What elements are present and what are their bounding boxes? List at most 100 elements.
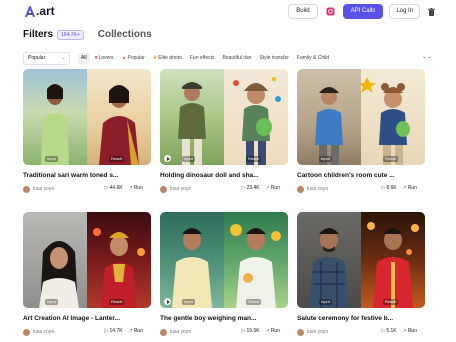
run-icon: ↗ [402, 328, 407, 334]
author-name[interactable]: lusa yoyo [307, 329, 328, 335]
template-card[interactable]: Input Result Traditional sari warm toned… [23, 69, 151, 193]
input-tag: Input [45, 156, 58, 162]
chip-label: Style transfer [259, 54, 289, 61]
build-button[interactable]: Build [288, 4, 318, 19]
input-tag: Input [319, 156, 332, 162]
sort-dropdown[interactable]: Popular ⌄ [23, 51, 70, 65]
run-icon: ↗ [265, 185, 270, 191]
chip-beautiful-tian[interactable]: Beautiful tian [220, 53, 255, 64]
view-count: 8.6K [386, 185, 397, 191]
card-title: Holding dinosaur doll and sha... [160, 172, 259, 179]
sort-value: Popular [28, 54, 46, 61]
run-icon: ↗ [128, 185, 133, 191]
play-icon[interactable] [164, 155, 171, 162]
run-button[interactable]: ↗ Run [266, 185, 280, 191]
run-label: Run [270, 328, 280, 334]
card-title: Traditional sari warm toned s... [23, 172, 119, 179]
play-count-icon: ▷ [104, 328, 109, 334]
run-button[interactable]: ↗ Run [266, 328, 280, 334]
result-tag: Result [246, 156, 262, 162]
api-calls-button[interactable]: API Calls [342, 4, 384, 19]
template-card[interactable]: Input Result The gentle boy weighing man… [160, 212, 288, 336]
play-icon[interactable] [164, 298, 171, 305]
view-count: 5.1K [386, 328, 397, 334]
card-thumbnail[interactable]: Input Result [160, 69, 288, 165]
result-image [87, 69, 151, 165]
instagram-icon[interactable] [324, 5, 337, 18]
template-card[interactable]: Input Result Holding dinosaur doll and s… [160, 69, 288, 193]
input-tag: Input [45, 299, 58, 305]
card-thumbnail[interactable]: Input Result [297, 69, 425, 165]
result-tag: Result [383, 156, 399, 162]
card-title: Salute ceremony for festive b... [297, 315, 394, 322]
logo-text: .art [36, 4, 55, 18]
chip-label: Lovers [98, 54, 114, 61]
card-thumbnail[interactable]: Input Result [23, 69, 151, 165]
run-button[interactable]: ↗ Run [129, 185, 143, 191]
run-icon: ↗ [128, 328, 133, 334]
fire-icon: ▲ [121, 54, 127, 61]
author-name[interactable]: lusa yoyo [307, 186, 328, 192]
expand-filters-icon[interactable]: ⌄⌄ [422, 53, 432, 60]
chip-lovers[interactable]: ♥Lovers [92, 53, 117, 64]
input-tag: Input [182, 156, 195, 162]
logo[interactable]: .art [25, 4, 55, 18]
logo-mark-icon [25, 4, 35, 18]
run-label: Run [407, 185, 417, 191]
play-count-icon: ▷ [104, 185, 109, 191]
view-count: 14.7K [109, 328, 123, 334]
top-bar: .art Build API Calls Log In [0, 0, 456, 24]
input-tag: Input [182, 299, 195, 305]
chip-popular[interactable]: ▲Popular [119, 53, 148, 64]
card-title: Cartoon children's room cute ... [297, 172, 395, 179]
login-button[interactable]: Log In [389, 4, 420, 19]
collections-title[interactable]: Collections [98, 29, 152, 40]
filters-title[interactable]: Filters [23, 29, 53, 40]
result-tag: Result [383, 299, 399, 305]
card-thumbnail[interactable]: Input Result [23, 212, 151, 308]
chip-fun-effects[interactable]: Fun effects [187, 53, 218, 64]
view-count: 23.4K [246, 185, 260, 191]
result-tag: Result [109, 299, 125, 305]
chip-elite-photo[interactable]: ♛Elite photo [150, 53, 185, 64]
run-button[interactable]: ↗ Run [403, 328, 417, 334]
author-name[interactable]: lusa yoyo [170, 186, 191, 192]
run-label: Run [133, 185, 143, 191]
chip-style-transfer[interactable]: Style transfer [256, 53, 291, 64]
author-name[interactable]: lusa yoyo [170, 329, 191, 335]
avatar [297, 328, 304, 336]
run-label: Run [133, 328, 143, 334]
result-tag: Result [109, 156, 125, 162]
input-image [297, 69, 361, 165]
template-card[interactable]: Input Result Cartoon children's room cut… [297, 69, 425, 193]
chip-family-child[interactable]: Family & Child [294, 53, 332, 64]
run-button[interactable]: ↗ Run [129, 328, 143, 334]
template-card[interactable]: Input Result Art Creation AI Image - Lan… [23, 212, 151, 336]
chip-label: Elite photo [158, 54, 182, 61]
trash-icon[interactable] [426, 6, 436, 18]
template-card[interactable]: Input Result Salute ceremony for festive… [297, 212, 425, 336]
avatar [160, 185, 167, 193]
run-icon: ↗ [265, 328, 270, 334]
heart-icon: ♥ [94, 54, 98, 61]
chip-label: Beautiful tian [222, 54, 252, 61]
input-image [23, 212, 87, 308]
chip-all[interactable]: All [78, 52, 90, 64]
chip-label: Popular [127, 54, 145, 61]
chevron-down-icon: ⌄ [61, 54, 66, 61]
input-image [160, 212, 224, 308]
card-thumbnail[interactable]: Input Result [160, 212, 288, 308]
input-image [160, 69, 224, 165]
play-count-icon: ▷ [241, 185, 246, 191]
author-name[interactable]: lusa yoyo [33, 329, 54, 335]
filter-bar: Popular ⌄ All ♥Lovers ▲Popular ♛Elite ph… [23, 51, 436, 65]
chip-label: Fun effects [189, 54, 215, 61]
result-image [224, 69, 288, 165]
play-count-icon: ▷ [381, 328, 386, 334]
avatar [297, 185, 304, 193]
run-button[interactable]: ↗ Run [403, 185, 417, 191]
author-name[interactable]: lusa yoyo [33, 186, 54, 192]
crown-icon: ♛ [152, 54, 158, 61]
run-icon: ↗ [402, 185, 407, 191]
card-thumbnail[interactable]: Input Result [297, 212, 425, 308]
